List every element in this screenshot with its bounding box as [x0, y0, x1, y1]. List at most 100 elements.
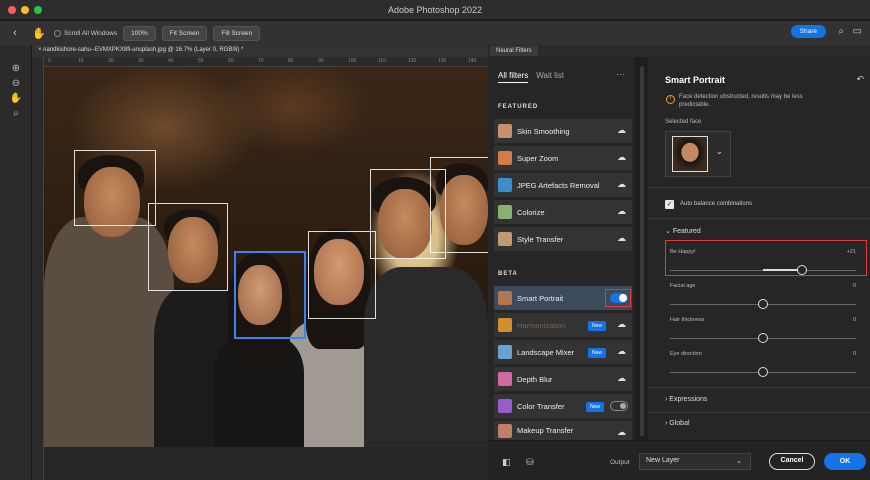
- filter-makeup-transfer[interactable]: Makeup Transfer ☁: [494, 421, 632, 440]
- selected-face-box[interactable]: [234, 251, 306, 339]
- tab-all-filters[interactable]: All filters: [498, 71, 529, 83]
- slider-knob[interactable]: [758, 333, 768, 343]
- ok-button[interactable]: OK: [824, 453, 866, 470]
- share-button[interactable]: Share: [790, 25, 826, 38]
- featured-section-heading: FEATURED: [498, 104, 539, 110]
- color-transfer-toggle[interactable]: [610, 401, 628, 411]
- new-badge: New: [586, 402, 605, 412]
- filter-colorize[interactable]: Colorize ☁: [494, 200, 632, 224]
- ruler-tick-label: 140: [468, 58, 477, 64]
- cloud-download-icon[interactable]: ☁: [617, 373, 626, 384]
- canvas-pasteboard: [44, 447, 488, 480]
- fit-screen-button[interactable]: Fit Screen: [161, 25, 208, 41]
- style-transfer-thumbnail: [498, 232, 512, 246]
- hand-icon[interactable]: ✋: [0, 93, 32, 104]
- filter-harmonization[interactable]: Harmonization New ☁: [494, 313, 632, 337]
- featured-group-label: Featured: [672, 228, 701, 235]
- depth-blur-thumbnail: [498, 372, 512, 386]
- tools-panel: ⊕ ⊖ ✋ ⌕: [0, 45, 32, 480]
- slider-label: Hair thickness: [670, 317, 705, 323]
- tab-wait-list[interactable]: Wait list: [536, 71, 564, 83]
- cloud-download-icon[interactable]: ☁: [617, 152, 626, 163]
- face-detection-box[interactable]: [430, 157, 488, 253]
- filter-jpeg-artefacts-removal[interactable]: JPEG Artefacts Removal ☁: [494, 173, 632, 197]
- cloud-download-icon[interactable]: ☁: [617, 179, 626, 190]
- hand-tool-icon[interactable]: ✋: [30, 27, 48, 40]
- skin-smoothing-thumbnail: [498, 124, 512, 138]
- workspace-icon[interactable]: ▭: [853, 26, 862, 37]
- slider-knob[interactable]: [758, 367, 768, 377]
- color-transfer-thumbnail: [498, 399, 512, 413]
- image-canvas[interactable]: [44, 67, 488, 447]
- zoom-window-button[interactable]: [34, 6, 42, 14]
- window-title: Adobe Photoshop 2022: [387, 4, 483, 15]
- chevron-down-icon: ⌄: [665, 228, 673, 235]
- slider-facial-age[interactable]: Facial age 0: [670, 283, 856, 315]
- face-detection-box[interactable]: [148, 203, 228, 291]
- auto-balance-checkbox[interactable]: ✓: [665, 200, 674, 209]
- cloud-download-icon[interactable]: ☁: [617, 427, 626, 438]
- zoom-tool-icon[interactable]: ⌕: [0, 108, 32, 119]
- zoom-out-icon[interactable]: ⊖: [0, 78, 32, 89]
- fill-screen-button[interactable]: Fill Screen: [213, 25, 261, 41]
- filter-label: Makeup Transfer: [517, 426, 574, 435]
- filter-skin-smoothing[interactable]: Skin Smoothing ☁: [494, 119, 632, 143]
- warning-icon: !: [666, 95, 675, 104]
- filter-list-scrollbar[interactable]: [640, 66, 644, 436]
- ruler-tick-label: 80: [288, 58, 294, 64]
- zoom-100-button[interactable]: 100%: [123, 25, 156, 41]
- slider-label: Eye direction: [670, 351, 702, 357]
- filter-label: Depth Blur: [517, 374, 553, 384]
- cloud-download-icon[interactable]: ☁: [617, 319, 626, 330]
- global-group-toggle[interactable]: › Global: [665, 420, 690, 427]
- back-icon[interactable]: ‹: [6, 27, 24, 39]
- search-icon[interactable]: ⌕: [838, 26, 844, 37]
- selected-face-dropdown[interactable]: ⌄: [665, 131, 731, 177]
- featured-group-toggle[interactable]: ⌄ Featured: [665, 227, 701, 235]
- expressions-group-toggle[interactable]: › Expressions: [665, 396, 707, 403]
- slider-label: Facial age: [670, 283, 696, 289]
- scroll-all-windows-checkbox[interactable]: Scroll All Windows: [54, 29, 117, 37]
- cloud-download-icon[interactable]: ☁: [617, 233, 626, 244]
- ruler-tick-label: 30: [138, 58, 144, 64]
- cancel-button[interactable]: Cancel: [769, 453, 815, 470]
- slider-value: 0: [852, 283, 856, 289]
- slider-eye-direction[interactable]: Eye direction 0: [670, 351, 856, 383]
- slider-knob[interactable]: [758, 299, 768, 309]
- layer-preview-icon[interactable]: ⛁: [526, 457, 534, 468]
- ruler-tick-label: 40: [168, 58, 174, 64]
- horizontal-ruler: 0 10 20 30 40 50 60 70 80 90 100 110 120 130 140: [44, 57, 488, 67]
- cloud-download-icon[interactable]: ☁: [617, 206, 626, 217]
- output-select[interactable]: New Layer ⌄: [639, 453, 751, 470]
- highlight-box: [665, 240, 867, 276]
- document-tab[interactable]: × nandkishore-sahu--EVMXPKX8fi-unsplash.…: [32, 45, 488, 57]
- neural-filters-tab[interactable]: Neural Filters: [490, 46, 538, 56]
- ruler-tick-label: 20: [108, 58, 114, 64]
- filter-label: Style Transfer: [517, 234, 564, 244]
- filter-landscape-mixer[interactable]: Landscape Mixer New ☁: [494, 340, 632, 364]
- panel-dock: Neural Filters: [488, 45, 870, 57]
- zoom-in-icon[interactable]: ⊕: [0, 63, 32, 74]
- filter-super-zoom[interactable]: Super Zoom ☁: [494, 146, 632, 170]
- options-bar: ‹ ✋ Scroll All Windows 100% Fit Screen F…: [0, 21, 870, 45]
- reset-icon[interactable]: ↶: [856, 74, 864, 85]
- more-options-icon[interactable]: ···: [616, 69, 625, 79]
- filter-label: Color Transfer: [517, 401, 565, 411]
- cloud-download-icon[interactable]: ☁: [617, 346, 626, 357]
- makeup-transfer-thumbnail: [498, 423, 512, 438]
- person-5-body: [364, 267, 488, 447]
- selected-face-thumbnail: [672, 136, 708, 172]
- filter-color-transfer[interactable]: Color Transfer New: [494, 394, 632, 418]
- title-bar: Adobe Photoshop 2022: [0, 0, 870, 20]
- cloud-download-icon[interactable]: ☁: [617, 125, 626, 136]
- compare-icon[interactable]: ◧: [502, 457, 511, 468]
- slider-hair-thickness[interactable]: Hair thickness 0: [670, 317, 856, 349]
- minimize-window-button[interactable]: [21, 6, 29, 14]
- filter-style-transfer[interactable]: Style Transfer ☁: [494, 227, 632, 251]
- neural-filters-footer: ◧ ⛁ Output New Layer ⌄ Cancel OK: [488, 440, 870, 480]
- face-detection-box[interactable]: [308, 231, 376, 319]
- filter-depth-blur[interactable]: Depth Blur ☁: [494, 367, 632, 391]
- face-detection-box[interactable]: [74, 150, 156, 226]
- close-window-button[interactable]: [8, 6, 16, 14]
- output-label: Output: [610, 459, 630, 466]
